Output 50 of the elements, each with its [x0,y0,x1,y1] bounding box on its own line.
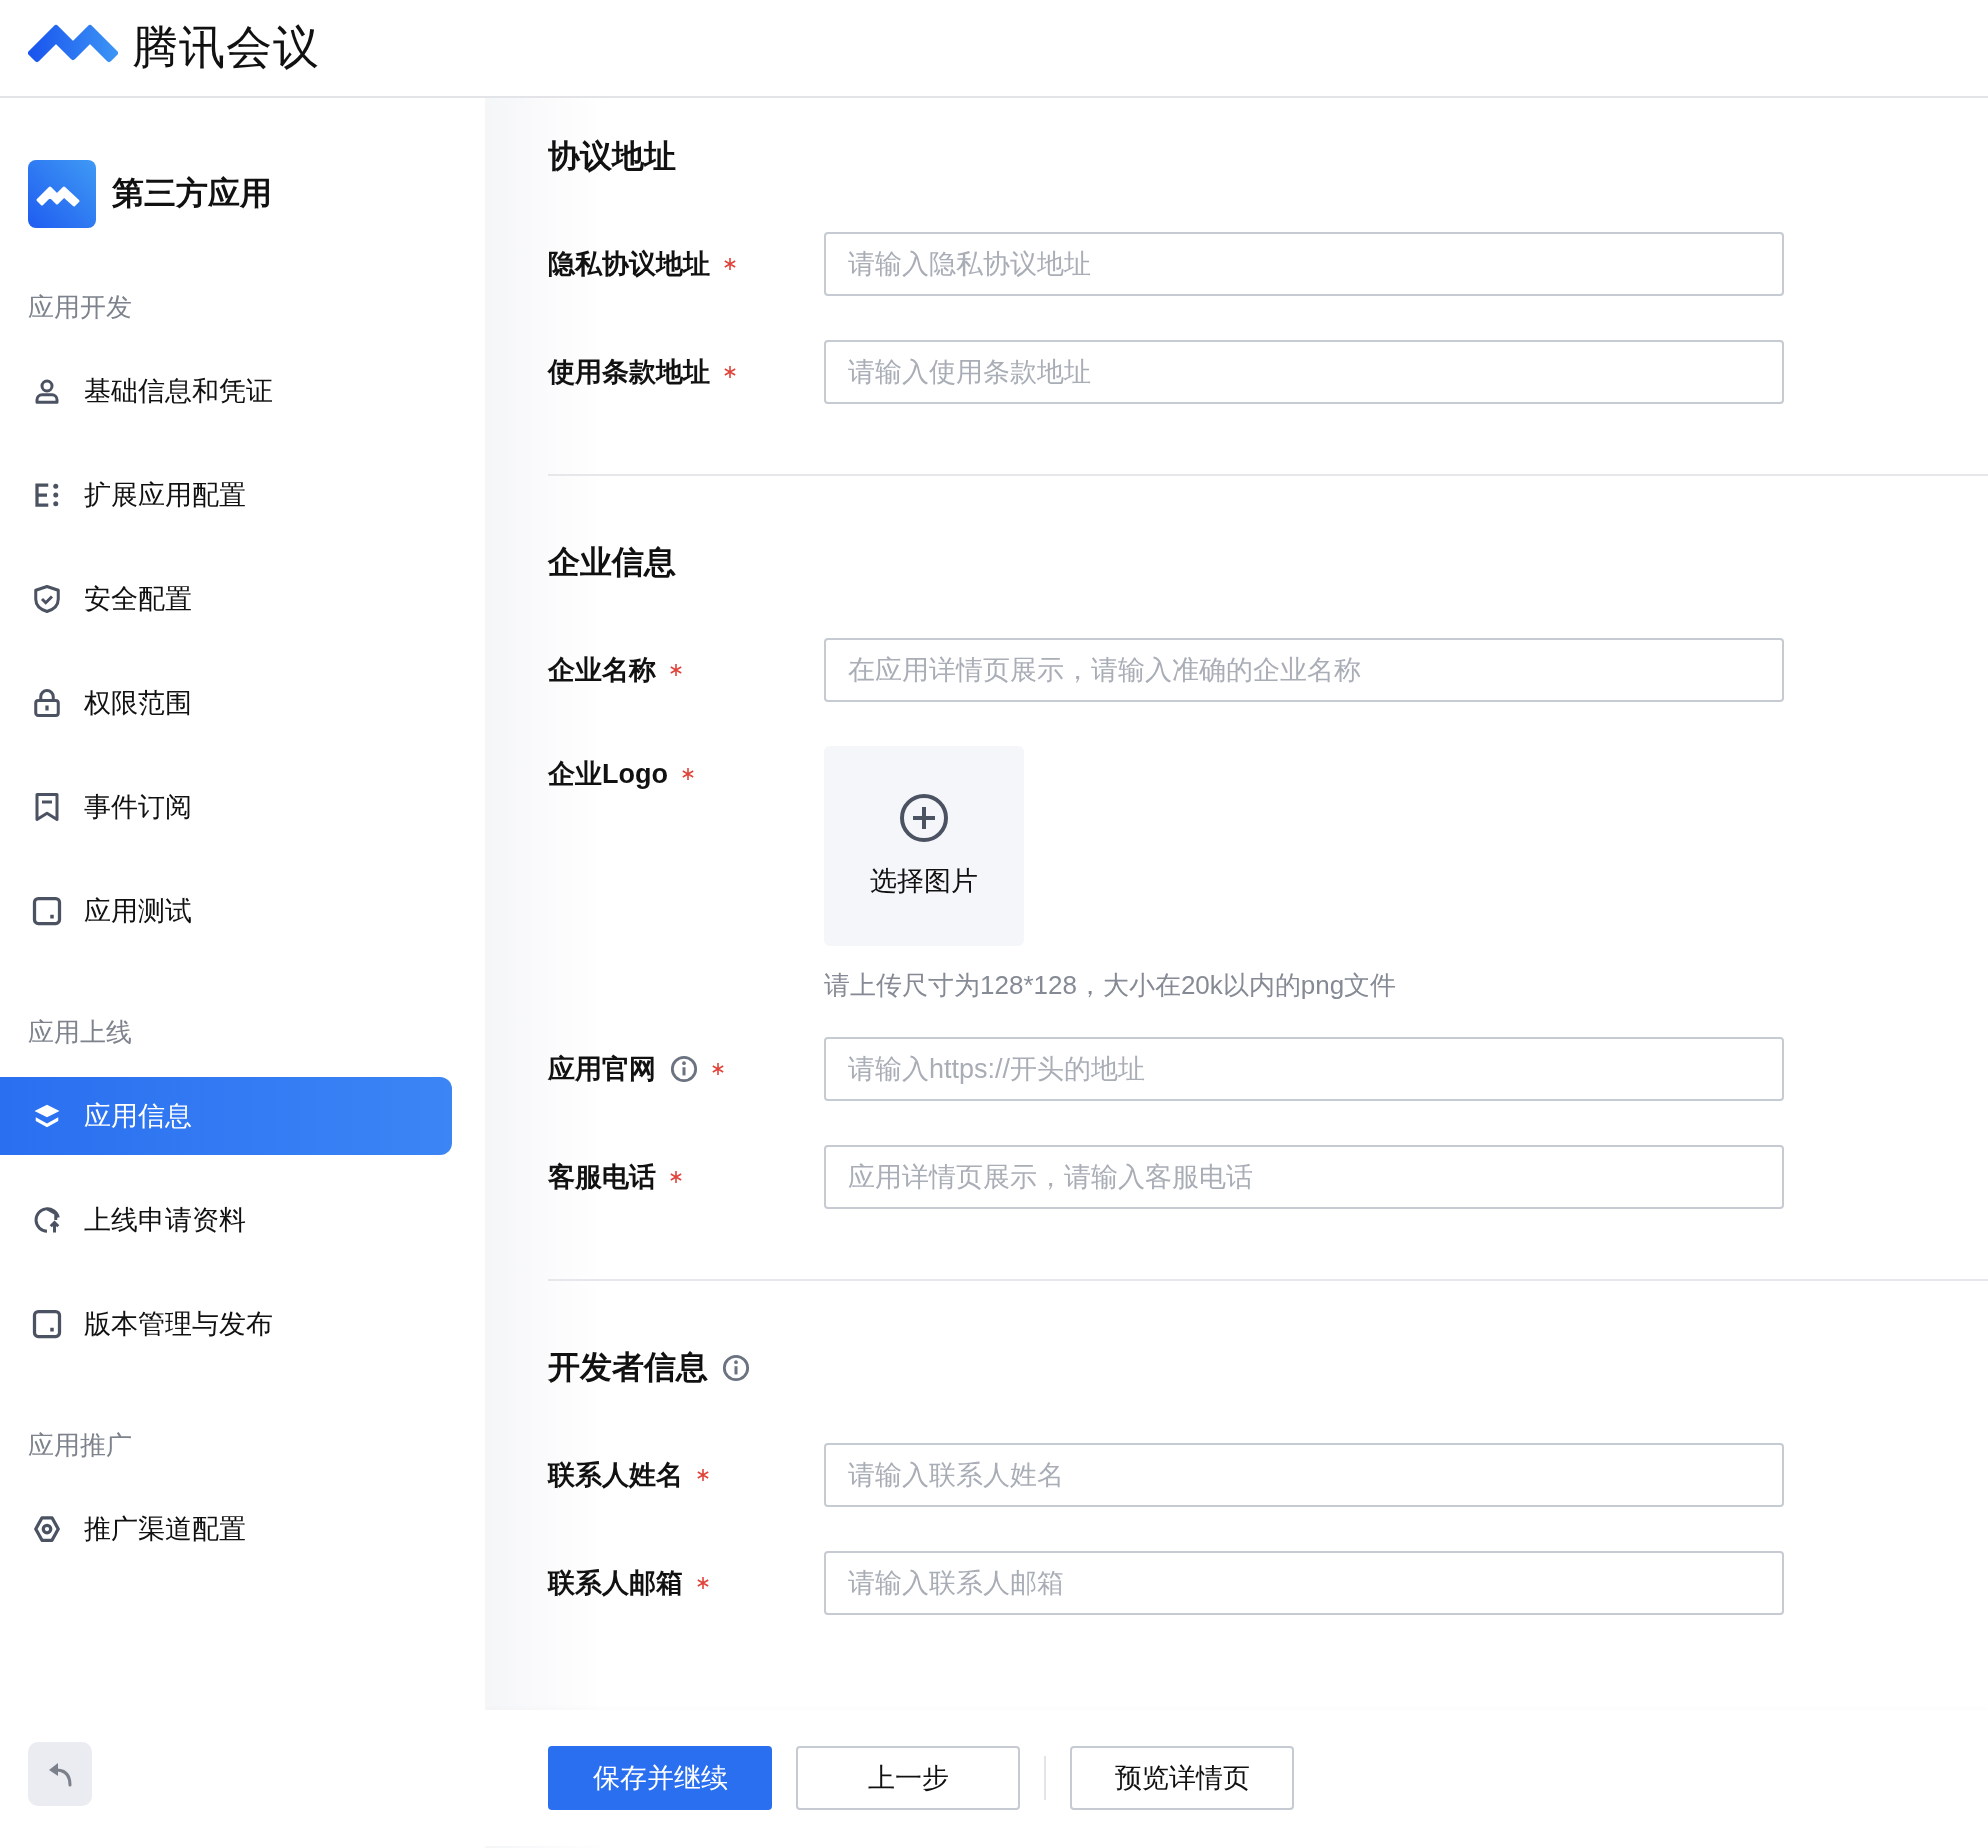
input-field[interactable]: 请输入https://开头的地址 [824,1037,1784,1101]
input-field[interactable]: 请输入使用条款地址 [824,340,1784,404]
back-button[interactable] [28,1742,92,1806]
sidebar-item[interactable]: 应用测试 [0,872,452,950]
plus-circle-icon [899,793,949,843]
nav-group-title: 应用上线 [27,1015,133,1049]
field-label: 企业Logo [548,758,668,791]
info-icon[interactable] [670,1055,698,1083]
section-title: 协议地址 [548,137,676,176]
field-label: 使用条款地址 [548,356,710,389]
sidebar-item[interactable]: 应用信息 [0,1077,452,1155]
sidebar-item[interactable]: 基础信息和凭证 [0,352,452,430]
sidebar-item[interactable]: 上线申请资料 [0,1181,452,1259]
sidebar-item[interactable]: 权限范围 [0,664,452,742]
field-label: 联系人姓名 [548,1459,683,1492]
app-title: 第三方应用 [112,174,272,213]
nav-group-title: 应用开发 [27,290,133,324]
upload-hint: 请上传尺寸为128*128，大小在20k以内的png文件 [824,969,1397,1002]
nav-group-title: 应用推广 [27,1428,133,1462]
upload-icon [32,1205,62,1235]
sidebar-item[interactable]: 扩展应用配置 [0,456,452,534]
save-continue-button[interactable]: 保存并继续 [548,1746,772,1810]
field-label: 隐私协议地址 [548,248,710,281]
field-label: 联系人邮箱 [548,1567,683,1600]
shield-check-icon [32,584,62,614]
info-icon[interactable] [722,1354,750,1382]
input-field[interactable]: 请输入隐私协议地址 [824,232,1784,296]
field-label: 企业名称 [548,654,656,687]
square-icon [32,896,62,926]
section-title: 企业信息 [548,543,676,582]
input-field[interactable]: 在应用详情页展示，请输入准确的企业名称 [824,638,1784,702]
bookmark-icon [32,792,62,822]
field-label: 应用官网 [548,1053,656,1086]
gear-icon [32,1514,62,1544]
sidebar-item[interactable]: 事件订阅 [0,768,452,846]
input-field[interactable]: 请输入联系人邮箱 [824,1551,1784,1615]
product-name: 腾讯会议 [132,20,320,75]
square-icon [32,1309,62,1339]
sidebar-item[interactable]: 版本管理与发布 [0,1285,452,1363]
sidebar-item[interactable]: 推广渠道配置 [0,1490,452,1568]
app-icon [28,160,96,228]
sidebar-item[interactable]: 安全配置 [0,560,452,638]
field-label: 客服电话 [548,1161,656,1194]
image-upload-button[interactable]: 选择图片 [824,746,1024,946]
section-title: 开发者信息 [548,1348,708,1387]
action-button[interactable]: 预览详情页 [1070,1746,1294,1810]
input-field[interactable]: 应用详情页展示，请输入客服电话 [824,1145,1784,1209]
lock-icon [32,688,62,718]
input-field[interactable]: 请输入联系人姓名 [824,1443,1784,1507]
action-button[interactable]: 上一步 [796,1746,1020,1810]
